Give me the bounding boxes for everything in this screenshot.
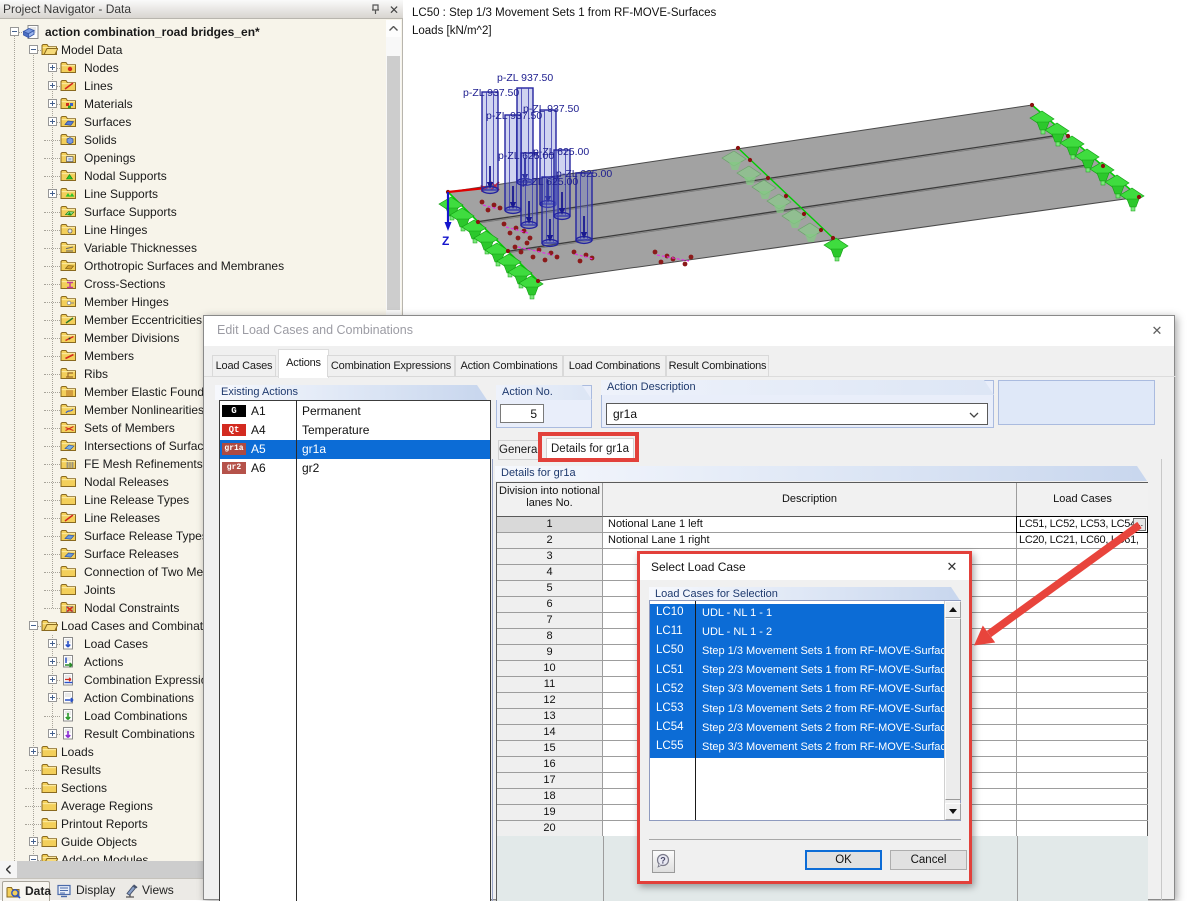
svg-text:p-ZL 625.00: p-ZL 625.00 [533, 146, 589, 158]
svg-text:p-ZL 937.50: p-ZL 937.50 [497, 72, 553, 84]
svg-text:p-ZL 625.00: p-ZL 625.00 [556, 168, 612, 180]
svg-text:?: ? [660, 856, 666, 866]
svg-text:p-ZL 937.50: p-ZL 937.50 [523, 103, 579, 115]
svg-text:Z: Z [442, 234, 449, 248]
svg-text:p-ZL 937.50: p-ZL 937.50 [463, 87, 519, 99]
